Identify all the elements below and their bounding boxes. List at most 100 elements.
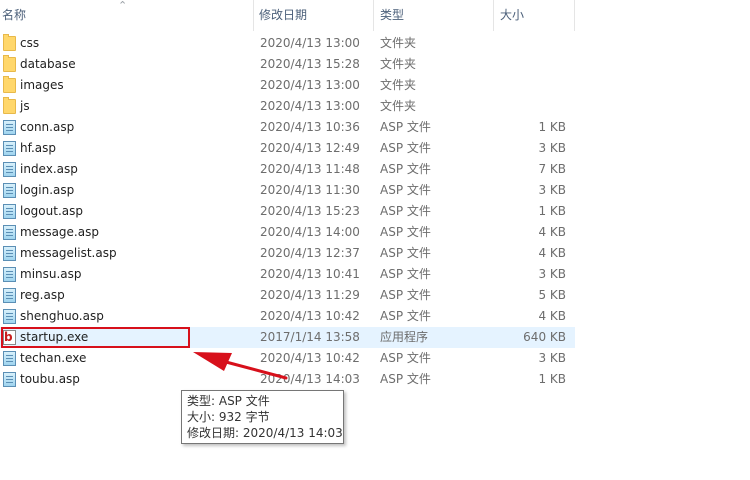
asp-file-icon [3,351,16,366]
asp-file-icon [3,309,16,324]
file-modified-date: 2020/4/13 14:03 [260,372,360,386]
asp-file-icon [3,288,16,303]
file-name: js [20,99,30,113]
file-row[interactable]: messagelist.asp 2020/4/13 12:37 ASP 文件 4 KB [0,243,575,264]
column-name-label: 名称 [2,8,27,22]
tooltip-type: 类型: ASP 文件 [187,394,270,408]
file-modified-date: 2020/4/13 13:00 [260,78,360,92]
file-type: ASP 文件 [380,372,431,386]
file-name: login.asp [20,183,75,197]
file-type: ASP 文件 [380,120,431,134]
file-modified-date: 2020/4/13 10:41 [260,267,360,281]
asp-file-icon [3,120,16,135]
file-modified-date: 2020/4/13 14:00 [260,225,360,239]
file-type: ASP 文件 [380,309,431,323]
highlight-box-annotation [1,327,190,348]
file-size: 4 KB [538,225,566,239]
file-row[interactable]: toubu.asp 2020/4/13 14:03 ASP 文件 1 KB [0,369,575,390]
folder-icon [3,97,16,114]
file-type: 文件夹 [380,99,417,113]
file-row[interactable]: images 2020/4/13 13:00 文件夹 [0,75,575,96]
asp-file-icon [3,225,16,240]
tooltip-date: 修改日期: 2020/4/13 14:03 [187,426,343,440]
file-name: messagelist.asp [20,246,117,260]
file-info-tooltip: 类型: ASP 文件 大小: 932 字节 修改日期: 2020/4/13 14… [181,390,344,444]
file-row[interactable]: login.asp 2020/4/13 11:30 ASP 文件 3 KB [0,180,575,201]
file-row[interactable]: logout.asp 2020/4/13 15:23 ASP 文件 1 KB [0,201,575,222]
file-name: reg.asp [20,288,65,302]
folder-icon [3,55,16,72]
file-modified-date: 2020/4/13 10:42 [260,351,360,365]
file-name: logout.asp [20,204,83,218]
file-modified-date: 2020/4/13 12:49 [260,141,360,155]
file-size: 4 KB [538,246,566,260]
asp-file-icon [3,267,16,282]
file-modified-date: 2020/4/13 10:42 [260,309,360,323]
file-row[interactable]: database 2020/4/13 15:28 文件夹 [0,54,575,75]
file-size: 1 KB [538,204,566,218]
folder-icon [3,34,16,51]
tooltip-size: 大小: 932 字节 [187,410,270,424]
file-size: 640 KB [523,330,566,344]
column-size-label: 大小 [500,8,525,22]
file-name: css [20,36,40,50]
file-name: techan.exe [20,351,87,365]
asp-file-icon [3,372,16,387]
file-type: ASP 文件 [380,204,431,218]
file-modified-date: 2020/4/13 10:36 [260,120,360,134]
file-name: conn.asp [20,120,75,134]
file-size: 4 KB [538,309,566,323]
file-size: 3 KB [538,351,566,365]
file-type: ASP 文件 [380,141,431,155]
column-type-label: 类型 [380,8,405,22]
column-header-size[interactable]: 大小 [498,0,574,31]
asp-file-icon [3,162,16,177]
asp-file-icon [3,141,16,156]
file-row[interactable]: hf.asp 2020/4/13 12:49 ASP 文件 3 KB [0,138,575,159]
file-row[interactable]: reg.asp 2020/4/13 11:29 ASP 文件 5 KB [0,285,575,306]
column-divider[interactable] [574,0,575,31]
folder-icon [3,76,16,93]
file-modified-date: 2020/4/13 11:30 [260,183,360,197]
file-modified-date: 2020/4/13 15:23 [260,204,360,218]
column-header-modified[interactable]: 修改日期 [257,0,373,31]
file-type: ASP 文件 [380,183,431,197]
file-modified-date: 2020/4/13 13:00 [260,36,360,50]
asp-file-icon [3,246,16,261]
file-row[interactable]: conn.asp 2020/4/13 10:36 ASP 文件 1 KB [0,117,575,138]
file-type: ASP 文件 [380,225,431,239]
file-row[interactable]: techan.exe 2020/4/13 10:42 ASP 文件 3 KB [0,348,575,369]
asp-file-icon [3,183,16,198]
file-size: 7 KB [538,162,566,176]
file-row[interactable]: minsu.asp 2020/4/13 10:41 ASP 文件 3 KB [0,264,575,285]
file-row[interactable]: js 2020/4/13 13:00 文件夹 [0,96,575,117]
file-modified-date: 2020/4/13 15:28 [260,57,360,71]
file-name: message.asp [20,225,99,239]
file-type: ASP 文件 [380,351,431,365]
file-type: ASP 文件 [380,246,431,260]
column-header-type[interactable]: 类型 [378,0,494,31]
file-modified-date: 2020/4/13 12:37 [260,246,360,260]
column-divider[interactable] [493,0,494,31]
file-row[interactable]: shenghuo.asp 2020/4/13 10:42 ASP 文件 4 KB [0,306,575,327]
file-size: 3 KB [538,141,566,155]
file-modified-date: 2020/4/13 13:00 [260,99,360,113]
asp-file-icon [3,204,16,219]
column-divider[interactable] [373,0,374,31]
file-type: 文件夹 [380,36,417,50]
file-name: hf.asp [20,141,56,155]
file-size: 5 KB [538,288,566,302]
file-type: 应用程序 [380,330,429,344]
file-name: toubu.asp [20,372,80,386]
file-name: images [20,78,64,92]
file-type: ASP 文件 [380,162,431,176]
file-name: index.asp [20,162,78,176]
file-row[interactable]: message.asp 2020/4/13 14:00 ASP 文件 4 KB [0,222,575,243]
file-row[interactable]: css 2020/4/13 13:00 文件夹 [0,33,575,54]
file-modified-date: 2020/4/13 11:48 [260,162,360,176]
column-divider[interactable] [253,0,254,31]
file-name: database [20,57,76,71]
file-size: 1 KB [538,372,566,386]
file-row[interactable]: index.asp 2020/4/13 11:48 ASP 文件 7 KB [0,159,575,180]
file-type: 文件夹 [380,57,417,71]
